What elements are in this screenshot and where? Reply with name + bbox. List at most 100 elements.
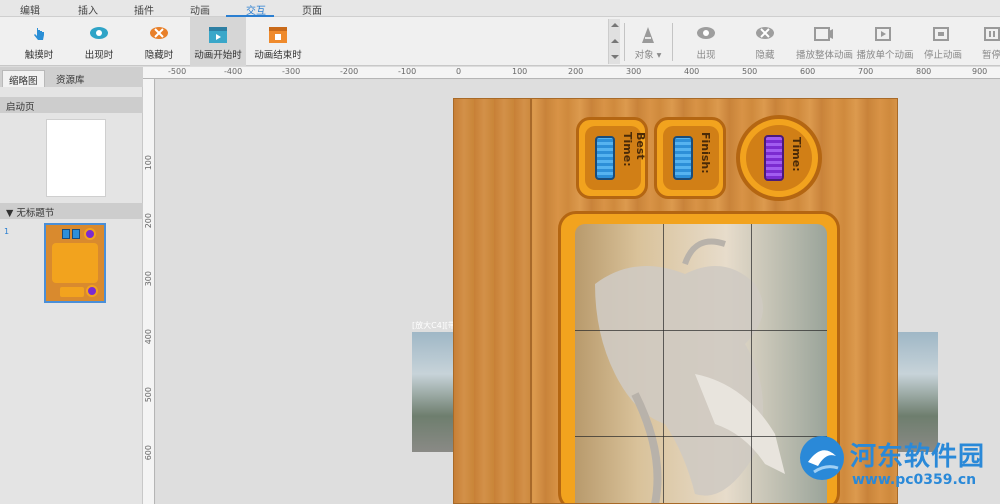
object-icon — [642, 27, 654, 43]
finish-gem — [673, 136, 693, 180]
menu-tab-plugin[interactable]: 插件 — [134, 2, 154, 17]
scroll-up-alt-icon[interactable] — [611, 39, 619, 43]
action-pause-button[interactable]: 暂停 — [974, 17, 1000, 66]
puzzle-gridline — [663, 224, 664, 503]
trigger-animation-start-button[interactable]: 动画开始时 — [190, 17, 246, 66]
trigger-touch-button[interactable]: 触摸时 — [14, 17, 64, 66]
menu-tab-animation[interactable]: 动画 — [190, 2, 210, 17]
ruler-tick: 400 — [684, 67, 700, 76]
horse-silhouette — [595, 238, 785, 503]
ribbon-separator — [624, 23, 625, 61]
time-gem — [764, 135, 784, 181]
ruler-tick: -500 — [168, 67, 187, 76]
ruler-tick: 300 — [626, 67, 642, 76]
trigger-appear-label: 出现时 — [84, 50, 114, 61]
trigger-animation-end-label: 动画结束时 — [254, 50, 302, 61]
section-label: 无标题节 — [16, 208, 55, 219]
action-pause-label: 暂停 — [982, 50, 1000, 61]
puzzle-gridline — [575, 330, 827, 331]
action-play-single-button[interactable]: 播放单个动画 — [856, 17, 914, 66]
eye-icon — [697, 27, 715, 39]
play-all-icon — [814, 27, 833, 41]
ruler-tick: -400 — [224, 67, 243, 76]
pause-icon — [984, 27, 1000, 41]
time-circle[interactable]: Time: — [736, 115, 822, 201]
thumb-gem-round — [84, 228, 96, 240]
ruler-tick: 0 — [456, 67, 462, 76]
ruler-corner — [143, 67, 160, 79]
thumb-photo-frame — [52, 243, 98, 283]
animation-start-icon — [209, 27, 227, 43]
eye-hidden-icon — [756, 27, 774, 39]
time-inner: Time: — [746, 125, 812, 191]
eye-icon — [90, 27, 108, 39]
finish-box[interactable]: Finish: — [654, 117, 726, 199]
ruler-tick: 100 — [512, 67, 528, 76]
time-label: Time: — [790, 137, 803, 172]
trigger-animation-end-button[interactable]: 动画结束时 — [252, 17, 304, 66]
touch-icon — [34, 28, 44, 40]
watermark-logo-icon — [800, 436, 844, 480]
ruler-tick: 100 — [144, 155, 153, 171]
finish-inner: Finish: — [663, 126, 719, 190]
thumb-hud-bottom — [60, 287, 84, 297]
trigger-hide-button[interactable]: 隐藏时 — [134, 17, 184, 66]
ruler-tick: 600 — [800, 67, 816, 76]
action-stop-animation-label: 停止动画 — [923, 50, 962, 61]
watermark-url: www.pc0359.cn — [852, 472, 977, 488]
ruler-tick: 400 — [144, 329, 153, 345]
play-single-icon — [875, 27, 891, 41]
best-time-gem — [595, 136, 615, 180]
trigger-touch-label: 触摸时 — [24, 50, 54, 61]
ruler-tick: -300 — [282, 67, 301, 76]
finish-label: Finish: — [699, 132, 712, 174]
thumbnail-panel: 缩略图 资源库 启动页 ▼ 无标题节 1 — [0, 67, 143, 504]
section-header[interactable]: ▼ 无标题节 — [0, 203, 143, 219]
ruler-tick: 500 — [742, 67, 758, 76]
best-time-box[interactable]: Best Time: — [576, 117, 648, 199]
action-hide-button[interactable]: 隐藏 — [740, 17, 790, 66]
horizontal-ruler: -500 -400 -300 -200 -100 0 100 200 300 4… — [160, 67, 1000, 79]
eye-hidden-icon — [150, 27, 168, 39]
offstage-photo-left[interactable] — [412, 332, 454, 452]
start-page-thumbnail[interactable] — [46, 119, 106, 197]
action-appear-button[interactable]: 出现 — [682, 17, 730, 66]
ruler-tick: 200 — [144, 213, 153, 229]
action-hide-label: 隐藏 — [755, 50, 775, 61]
best-time-label: Best Time: — [621, 132, 647, 167]
menu-tab-edit[interactable]: 编辑 — [20, 2, 40, 17]
puzzle-gridline — [751, 224, 752, 503]
menu-tab-insert[interactable]: 插入 — [78, 2, 98, 17]
panel-tabs: 缩略图 资源库 — [0, 67, 143, 87]
trigger-hide-label: 隐藏时 — [144, 50, 174, 61]
page-number: 1 — [4, 227, 10, 236]
offstage-photo-right[interactable] — [898, 332, 938, 452]
tab-thumbnails[interactable]: 缩略图 — [2, 70, 45, 87]
animation-end-icon — [269, 27, 287, 43]
menu-tab-page[interactable]: 页面 — [302, 2, 322, 17]
action-appear-label: 出现 — [696, 50, 716, 61]
trigger-appear-button[interactable]: 出现时 — [74, 17, 124, 66]
puzzle-photo[interactable] — [575, 224, 827, 503]
object-dropdown-button[interactable]: 对象 ▾ — [628, 17, 668, 66]
trigger-animation-start-label: 动画开始时 — [194, 50, 242, 61]
scroll-down-icon[interactable] — [611, 55, 619, 59]
action-stop-animation-button[interactable]: 停止动画 — [920, 17, 966, 66]
thumb-gem — [62, 229, 70, 239]
ruler-tick: -200 — [340, 67, 359, 76]
ribbon-scrollbar[interactable] — [608, 19, 620, 64]
thumb-gem — [72, 229, 80, 239]
best-time-inner: Best Time: — [585, 126, 647, 190]
ruler-tick: 800 — [916, 67, 932, 76]
menu-bar: 编辑 插入 插件 动画 交互 页面 — [0, 0, 1000, 17]
scroll-up-icon[interactable] — [611, 23, 619, 27]
thumb-gem-round-2 — [86, 285, 98, 297]
ruler-tick: 500 — [144, 387, 153, 403]
page-thumbnail-1[interactable] — [44, 223, 106, 303]
tab-library[interactable]: 资源库 — [50, 70, 91, 87]
action-play-all-button[interactable]: 播放整体动画 — [796, 17, 853, 66]
ribbon-toolbar: 触摸时 出现时 隐藏时 动画开始时 动画结束时 对象 ▾ 出现 隐藏 播放整体动… — [0, 17, 1000, 66]
ribbon-separator-2 — [672, 23, 673, 61]
ruler-tick: 200 — [568, 67, 584, 76]
start-page-header: 启动页 — [0, 97, 143, 113]
